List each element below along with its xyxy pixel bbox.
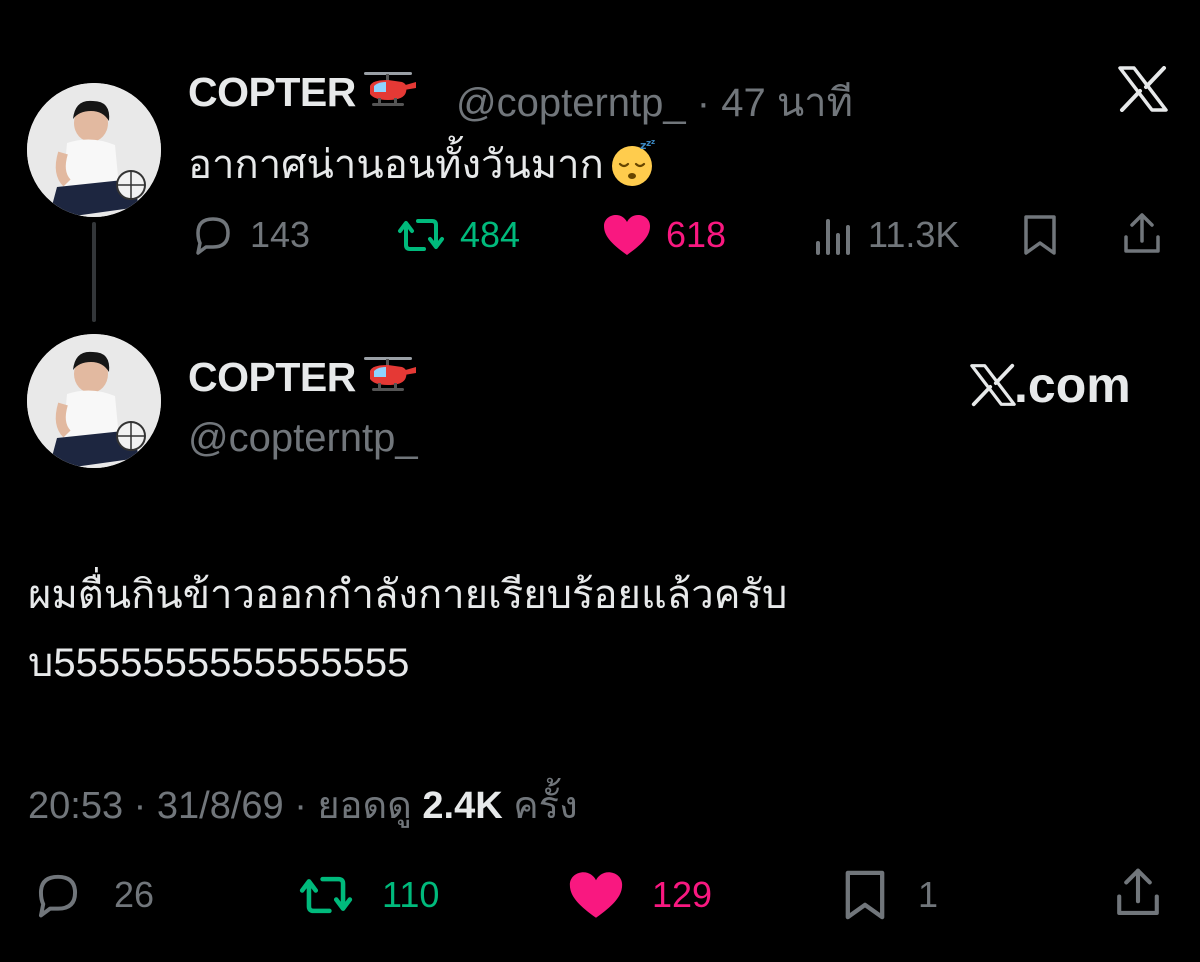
views-icon bbox=[816, 219, 850, 255]
xcom-brand: .com bbox=[970, 356, 1131, 414]
parent-share-icon[interactable] bbox=[1120, 211, 1164, 257]
parent-name-text: COPTER bbox=[188, 69, 356, 115]
parent-handle-line[interactable]: @copterntp_ · 47 นาที bbox=[456, 70, 853, 134]
parent-time[interactable]: 47 นาที bbox=[721, 81, 853, 125]
main-handle[interactable]: @copterntp_ bbox=[188, 416, 418, 461]
main-repost-count: 110 bbox=[382, 874, 440, 915]
repost-icon bbox=[299, 876, 353, 914]
parent-bookmark-icon[interactable] bbox=[1020, 213, 1060, 257]
main-reply-button[interactable]: 26 bbox=[30, 870, 154, 920]
main-reply-count: 26 bbox=[114, 874, 155, 915]
main-share-icon[interactable] bbox=[1112, 866, 1164, 920]
parent-reply-button[interactable]: 143 bbox=[190, 213, 310, 257]
main-bookmark-count: 1 bbox=[918, 874, 939, 915]
tweet-view-suffix: ครั้ง bbox=[513, 785, 578, 827]
parent-handle[interactable]: @copterntp_ bbox=[456, 81, 686, 125]
main-avatar[interactable] bbox=[27, 334, 161, 468]
main-display-name[interactable]: COPTER bbox=[188, 353, 418, 401]
tweet-timestamp[interactable]: 20:53 · 31/8/69 · ยอดดู bbox=[28, 785, 412, 827]
sleeping-face-icon: z z z bbox=[611, 138, 655, 186]
parent-avatar[interactable] bbox=[27, 83, 161, 217]
helicopter-icon bbox=[363, 72, 416, 106]
helicopter-icon bbox=[363, 357, 416, 391]
tweet-view-count: 2.4K bbox=[422, 785, 503, 827]
tweet-metadata: 20:53 · 31/8/69 · ยอดดู 2.4K ครั้ง bbox=[28, 774, 578, 835]
repost-icon bbox=[398, 219, 444, 251]
parent-like-button[interactable]: 618 bbox=[602, 213, 726, 257]
parent-repost-button[interactable]: 484 bbox=[396, 213, 520, 257]
parent-like-count: 618 bbox=[666, 214, 727, 255]
svg-text:z: z bbox=[651, 138, 655, 146]
reply-icon bbox=[38, 874, 78, 918]
parent-tweet-text: อากาศน่านอนทั้งวันมาก z z z bbox=[188, 132, 658, 196]
xcom-text: .com bbox=[1014, 357, 1131, 413]
parent-views-count: 11.3K bbox=[868, 214, 960, 255]
main-like-count: 129 bbox=[652, 874, 713, 915]
main-name-text: COPTER bbox=[188, 354, 356, 400]
heart-icon bbox=[604, 215, 650, 255]
reply-icon bbox=[196, 217, 230, 255]
bookmark-icon bbox=[845, 870, 885, 920]
parent-repost-count: 484 bbox=[460, 214, 521, 255]
heart-icon bbox=[569, 872, 623, 918]
thread-connector bbox=[92, 222, 96, 322]
main-tweet-text-line2: บ5555555555555555 bbox=[28, 641, 410, 685]
main-bookmark-button[interactable]: 1 bbox=[840, 868, 938, 922]
x-logo-icon bbox=[970, 363, 1016, 407]
x-logo-icon[interactable] bbox=[1118, 66, 1168, 112]
parent-time-sep: · bbox=[696, 81, 711, 125]
parent-reply-count: 143 bbox=[250, 214, 311, 255]
parent-views-button[interactable]: 11.3K bbox=[814, 213, 959, 257]
parent-text: อากาศน่านอนทั้งวันมาก bbox=[188, 143, 604, 187]
main-like-button[interactable]: 129 bbox=[566, 870, 712, 920]
main-repost-button[interactable]: 110 bbox=[296, 870, 439, 920]
parent-display-name[interactable]: COPTER bbox=[188, 68, 418, 116]
main-tweet-text-line1: ผมตื่นกินข้าวออกกำลังกายเรียบร้อยแล้วครั… bbox=[28, 573, 788, 617]
